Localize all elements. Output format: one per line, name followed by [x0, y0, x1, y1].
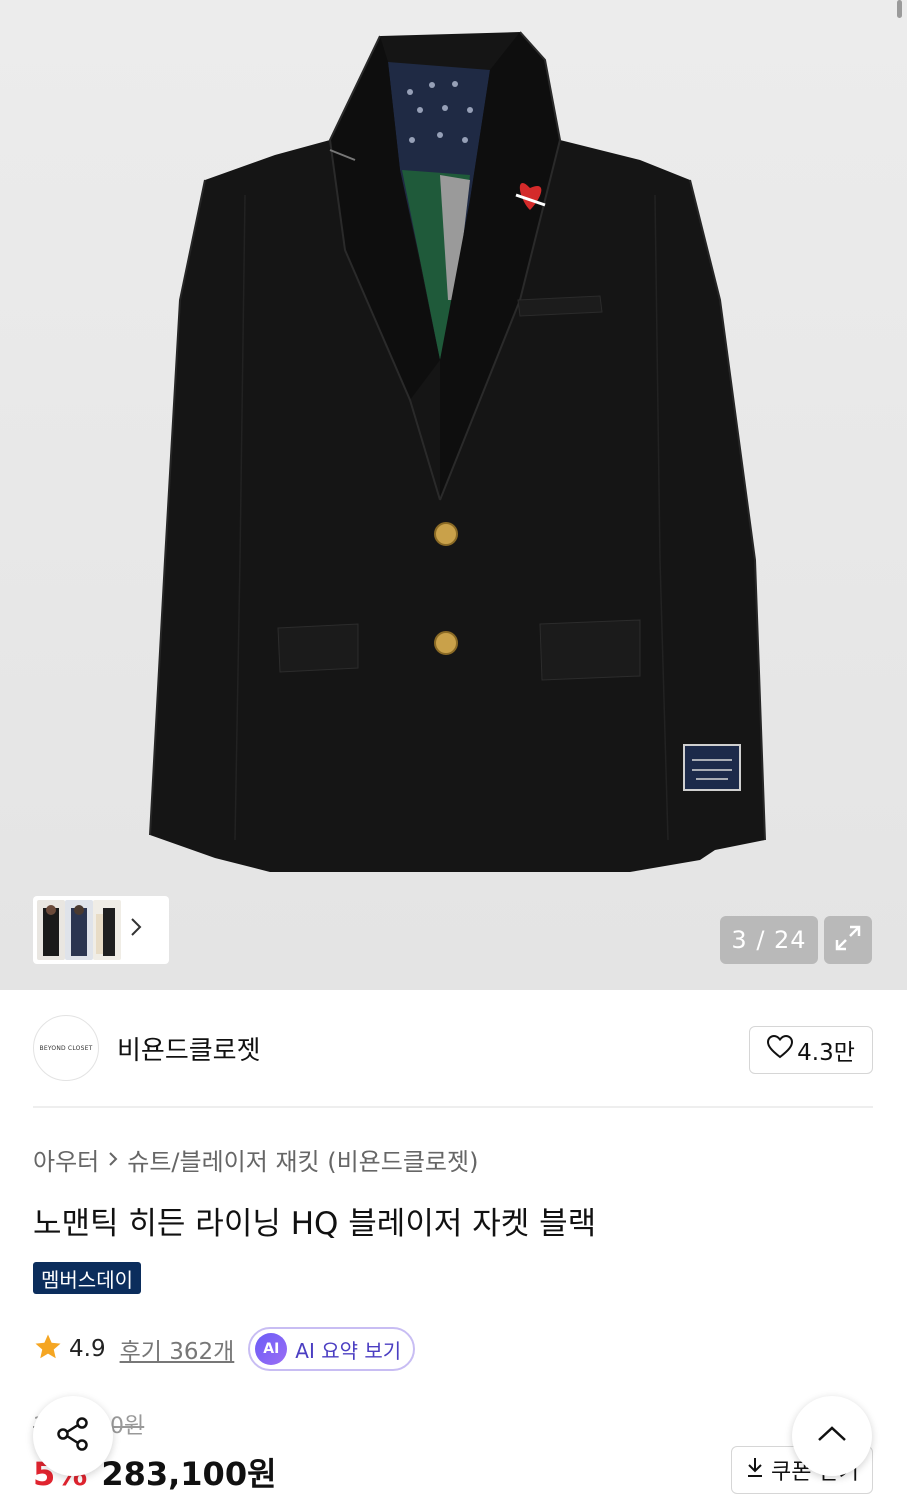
breadcrumb[interactable]: 아우터 슈트/블레이저 재킷 (비욘드클로젯): [33, 1142, 478, 1177]
rating-value: 4.9: [69, 1336, 106, 1362]
like-button[interactable]: 4.3만: [749, 1026, 873, 1074]
thumbnail-model-ivory[interactable]: [93, 900, 121, 960]
share-button[interactable]: [33, 1396, 113, 1476]
product-gallery[interactable]: 3 / 24: [0, 0, 907, 990]
reviews-link[interactable]: 후기 362개: [120, 1332, 235, 1366]
ai-summary-label: AI 요약 보기: [295, 1338, 402, 1363]
divider: [33, 1106, 873, 1108]
download-icon: [745, 1456, 765, 1484]
breadcrumb-subcategory[interactable]: 슈트/블레이저 재킷 (비욘드클로젯): [127, 1142, 478, 1177]
expand-icon: [833, 923, 863, 957]
product-title: 노맨틱 히든 라이닝 HQ 블레이저 자켓 블랙: [33, 1206, 597, 1242]
product-image[interactable]: [0, 0, 907, 990]
chevron-right-icon: [107, 1146, 119, 1174]
heart-outline-icon: [767, 1034, 794, 1065]
image-counter: 3 / 24: [720, 916, 818, 964]
sale-price: 283,100원: [101, 1455, 277, 1493]
breadcrumb-category[interactable]: 아우터: [33, 1142, 99, 1177]
scroll-top-button[interactable]: [792, 1396, 872, 1476]
share-icon: [53, 1414, 93, 1458]
member-day-badge: 멤버스데이: [33, 1262, 141, 1294]
ai-chip: AI: [255, 1333, 288, 1365]
like-count: 4.3만: [797, 1040, 855, 1066]
ai-summary-button[interactable]: AI AI 요약 보기: [248, 1327, 416, 1371]
brand-row[interactable]: BEYOND CLOSET 비욘드클로젯 4.3만: [33, 1015, 873, 1081]
brand-logo[interactable]: BEYOND CLOSET: [33, 1015, 99, 1081]
expand-button[interactable]: [824, 916, 872, 964]
chevron-right-icon[interactable]: [129, 916, 145, 944]
brand-name[interactable]: 비욘드클로젯: [117, 1030, 261, 1067]
thumbnail-model-navy[interactable]: [65, 900, 93, 960]
chevron-up-icon: [815, 1424, 849, 1448]
thumbnail-strip[interactable]: [33, 896, 169, 964]
star-icon: [33, 1332, 63, 1366]
rating-row: 4.9 후기 362개 AI AI 요약 보기: [33, 1326, 416, 1372]
thumbnail-model-black[interactable]: [37, 900, 65, 960]
